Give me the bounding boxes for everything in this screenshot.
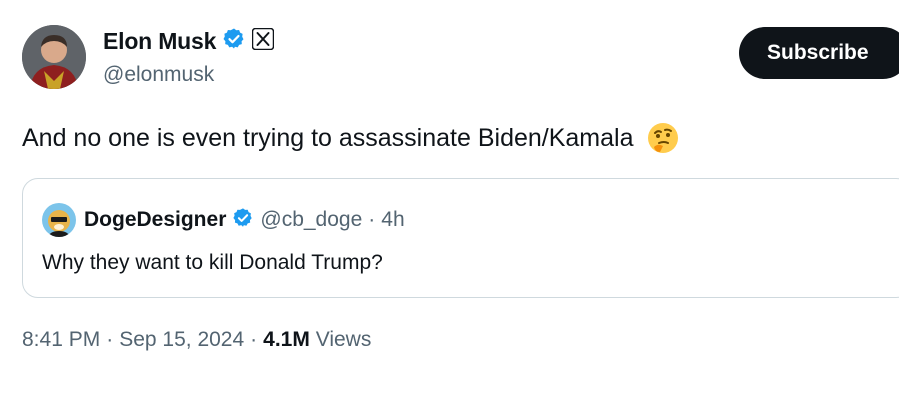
quoted-tweet-time[interactable]: 4h bbox=[381, 208, 404, 232]
tweet-date[interactable]: Sep 15, 2024 bbox=[119, 328, 244, 352]
tweet-text: And no one is even trying to assassinate… bbox=[22, 123, 634, 152]
author-handle[interactable]: @elonmusk bbox=[103, 63, 214, 87]
quoted-tweet-text: Why they want to kill Donald Trump? bbox=[42, 251, 383, 274]
author-name-row: Elon Musk bbox=[103, 27, 275, 56]
views-count: 4.1M bbox=[263, 328, 310, 351]
quoted-author-handle[interactable]: @cb_doge bbox=[260, 208, 362, 232]
meta-separator: · bbox=[368, 208, 376, 231]
x-logo-icon bbox=[251, 27, 275, 55]
verified-badge-icon bbox=[232, 207, 254, 234]
footer-separator: · bbox=[250, 328, 258, 351]
tweet-time[interactable]: 8:41 PM bbox=[22, 328, 100, 352]
quoted-tweet[interactable]: DogeDesigner @cb_doge · 4h Why they want… bbox=[22, 178, 899, 298]
author-name[interactable]: Elon Musk bbox=[103, 28, 216, 55]
verified-badge-icon bbox=[222, 27, 246, 56]
quoted-author-avatar[interactable] bbox=[42, 203, 76, 237]
author-avatar[interactable] bbox=[22, 25, 86, 89]
tweet-body: And no one is even trying to assassinate… bbox=[22, 121, 680, 155]
footer-separator: · bbox=[106, 328, 114, 351]
tweet-footer: 8:41 PM · Sep 15, 2024 · 4.1M Views bbox=[22, 328, 371, 352]
quoted-tweet-header: DogeDesigner @cb_doge · 4h bbox=[42, 203, 405, 237]
thinking-face-emoji bbox=[646, 121, 680, 155]
views-label: Views bbox=[315, 328, 372, 351]
quoted-author-name[interactable]: DogeDesigner bbox=[84, 208, 226, 232]
subscribe-button[interactable]: Subscribe bbox=[739, 27, 899, 79]
